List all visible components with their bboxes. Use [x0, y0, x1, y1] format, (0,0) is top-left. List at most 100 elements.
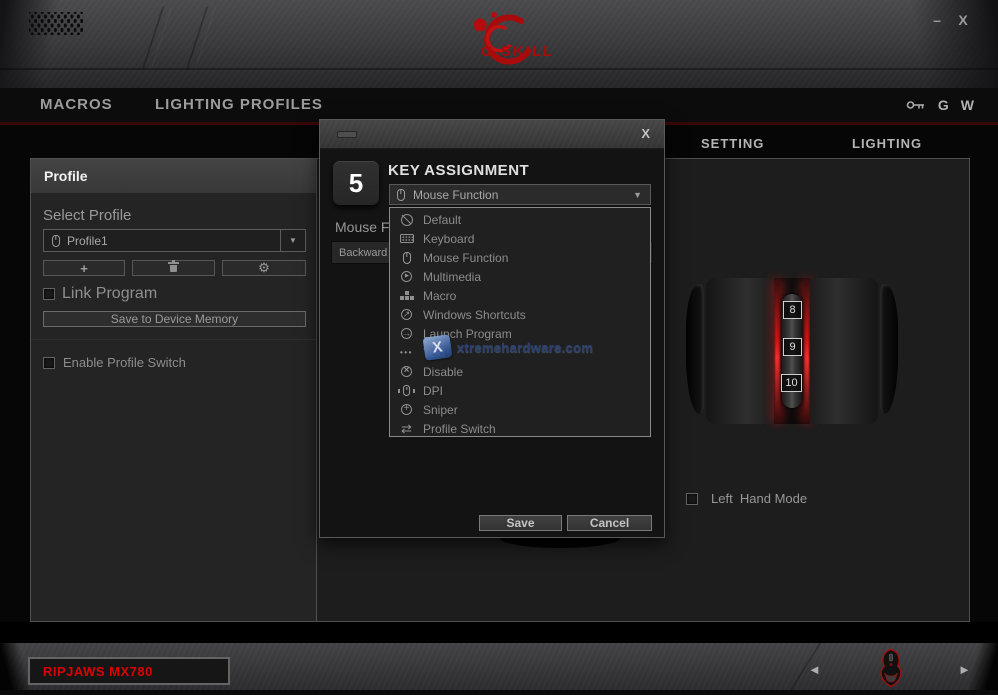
link-program-checkbox[interactable] [43, 288, 55, 300]
option-label: Keyboard [423, 232, 474, 246]
crosshair-icon [398, 402, 415, 417]
profile-select-arrow-button[interactable]: ▼ [280, 230, 305, 251]
profile-select[interactable]: Profile1 ▼ [43, 229, 306, 252]
left-hand-mode-label: Left Hand Mode [711, 491, 807, 506]
mouse-right-wing [880, 284, 898, 414]
gskill-logo-text: G.SKILL [481, 43, 554, 60]
key-icon[interactable] [906, 99, 926, 111]
menu-bar: MACROS LIGHTING PROFILES G W [0, 88, 998, 122]
cancel-button[interactable]: Cancel [567, 515, 652, 531]
save-button[interactable]: Save [479, 515, 562, 531]
option-label: DPI [423, 384, 443, 398]
chassis-corner-right [968, 643, 998, 695]
add-profile-button[interactable]: + [43, 260, 125, 276]
mouse-icon [52, 235, 60, 247]
metal-texture [320, 120, 664, 148]
chevron-down-icon: ▼ [289, 236, 297, 245]
dialog-handle-icon [337, 131, 357, 138]
mouse-left-wing [686, 284, 704, 414]
gear-icon [258, 259, 270, 277]
option-default[interactable]: Default [390, 210, 650, 229]
dpi-mouse-icon [398, 383, 415, 398]
key-number-box: 5 [333, 161, 379, 205]
title-bar: G.SKILL – X [0, 0, 998, 88]
mouse-icon [397, 189, 405, 201]
key-assignment-dialog: X 5 KEY ASSIGNMENT Mouse Function Backwa… [319, 119, 665, 538]
gskill-logo: G.SKILL [443, 8, 558, 75]
option-windows-shortcuts[interactable]: Windows Shortcuts [390, 305, 650, 324]
profile-settings-button[interactable] [222, 260, 306, 276]
play-circle-icon [398, 269, 415, 284]
select-profile-label: Select Profile [43, 207, 131, 224]
function-type-dropdown-list: Default Keyboard Mouse Function Multimed… [389, 207, 651, 437]
option-label: Windows Shortcuts [423, 308, 526, 322]
next-device-button[interactable]: ► [958, 662, 971, 677]
dialog-title: KEY ASSIGNMENT [388, 162, 529, 179]
enable-profile-switch-row: Enable Profile Switch [43, 355, 186, 370]
menu-bar-right-icons: G W [906, 88, 974, 122]
mouse-button-10-label[interactable]: 10 [781, 374, 802, 392]
watermark-text: xtremehardware.com [457, 340, 593, 355]
footer-spacer [0, 622, 998, 643]
option-sniper[interactable]: Sniper [390, 400, 650, 419]
device-name: RIPJAWS MX780 [43, 664, 153, 679]
option-label: Multimedia [423, 270, 481, 284]
minimize-button[interactable]: – [928, 11, 946, 29]
x-circle-icon [398, 364, 415, 379]
mouse-button-9-label[interactable]: 9 [783, 338, 802, 356]
arrow-right-circle-icon [398, 326, 415, 341]
function-type-value: Mouse Function [413, 188, 498, 202]
device-name-box: RIPJAWS MX780 [28, 657, 230, 685]
profile-panel: Profile Select Profile Profile1 ▼ + Link… [31, 159, 317, 621]
dialog-title-bar[interactable]: X [320, 120, 664, 149]
option-dpi[interactable]: DPI [390, 381, 650, 400]
option-profile-switch[interactable]: Profile Switch [390, 419, 650, 438]
mouse-right-button [810, 278, 878, 424]
option-label: Default [423, 213, 461, 227]
function-type-select[interactable]: Mouse Function ▼ [389, 184, 651, 205]
option-disable[interactable]: Disable [390, 362, 650, 381]
device-mouse-icon[interactable] [876, 647, 906, 694]
left-hand-mode-row: Left Hand Mode [686, 491, 807, 506]
option-label: Disable [423, 365, 463, 379]
option-multimedia[interactable]: Multimedia [390, 267, 650, 286]
link-program-row: Link Program [43, 285, 157, 303]
enable-profile-switch-label: Enable Profile Switch [63, 355, 186, 370]
no-entry-icon [398, 212, 415, 227]
option-label: Mouse Function [423, 251, 508, 265]
loop-arrows-icon [398, 421, 415, 436]
delete-profile-button[interactable] [132, 260, 215, 276]
option-mouse-function[interactable]: Mouse Function [390, 248, 650, 267]
speaker-grille-decoration [29, 12, 83, 35]
watermark-x-logo: X [423, 334, 453, 361]
profile-panel-title: Profile [31, 159, 316, 193]
chevron-down-icon: ▼ [633, 190, 642, 200]
site-watermark: X xtremehardware.com [424, 336, 593, 359]
ellipsis-icon [398, 345, 415, 360]
option-label: Macro [423, 289, 456, 303]
option-macro[interactable]: Macro [390, 286, 650, 305]
menu-item-lighting-profiles[interactable]: LIGHTING PROFILES [155, 88, 323, 122]
mouse-button-8-label[interactable]: 8 [783, 301, 802, 319]
g-shortcut-button[interactable]: G [938, 97, 949, 113]
dialog-close-button[interactable]: X [641, 126, 650, 141]
option-label: Sniper [423, 403, 458, 417]
profile-select-value: Profile1 [67, 234, 108, 248]
menu-item-macros[interactable]: MACROS [40, 88, 113, 122]
mouse-icon [398, 250, 415, 265]
tab-lighting[interactable]: LIGHTING [852, 136, 922, 151]
save-to-device-memory-button[interactable]: Save to Device Memory [43, 311, 306, 327]
close-button[interactable]: X [954, 11, 972, 29]
enable-profile-switch-checkbox[interactable] [43, 357, 55, 369]
tab-setting[interactable]: SETTING [701, 136, 764, 151]
link-program-label: Link Program [62, 285, 157, 303]
keyboard-icon [398, 231, 415, 246]
panel-divider [31, 339, 316, 340]
option-keyboard[interactable]: Keyboard [390, 229, 650, 248]
blocks-icon [398, 288, 415, 303]
left-hand-mode-checkbox[interactable] [686, 493, 698, 505]
chassis-corner-left [0, 643, 30, 695]
w-shortcut-button[interactable]: W [961, 97, 974, 113]
previous-device-button[interactable]: ◄ [808, 662, 821, 677]
trash-icon [170, 265, 177, 272]
